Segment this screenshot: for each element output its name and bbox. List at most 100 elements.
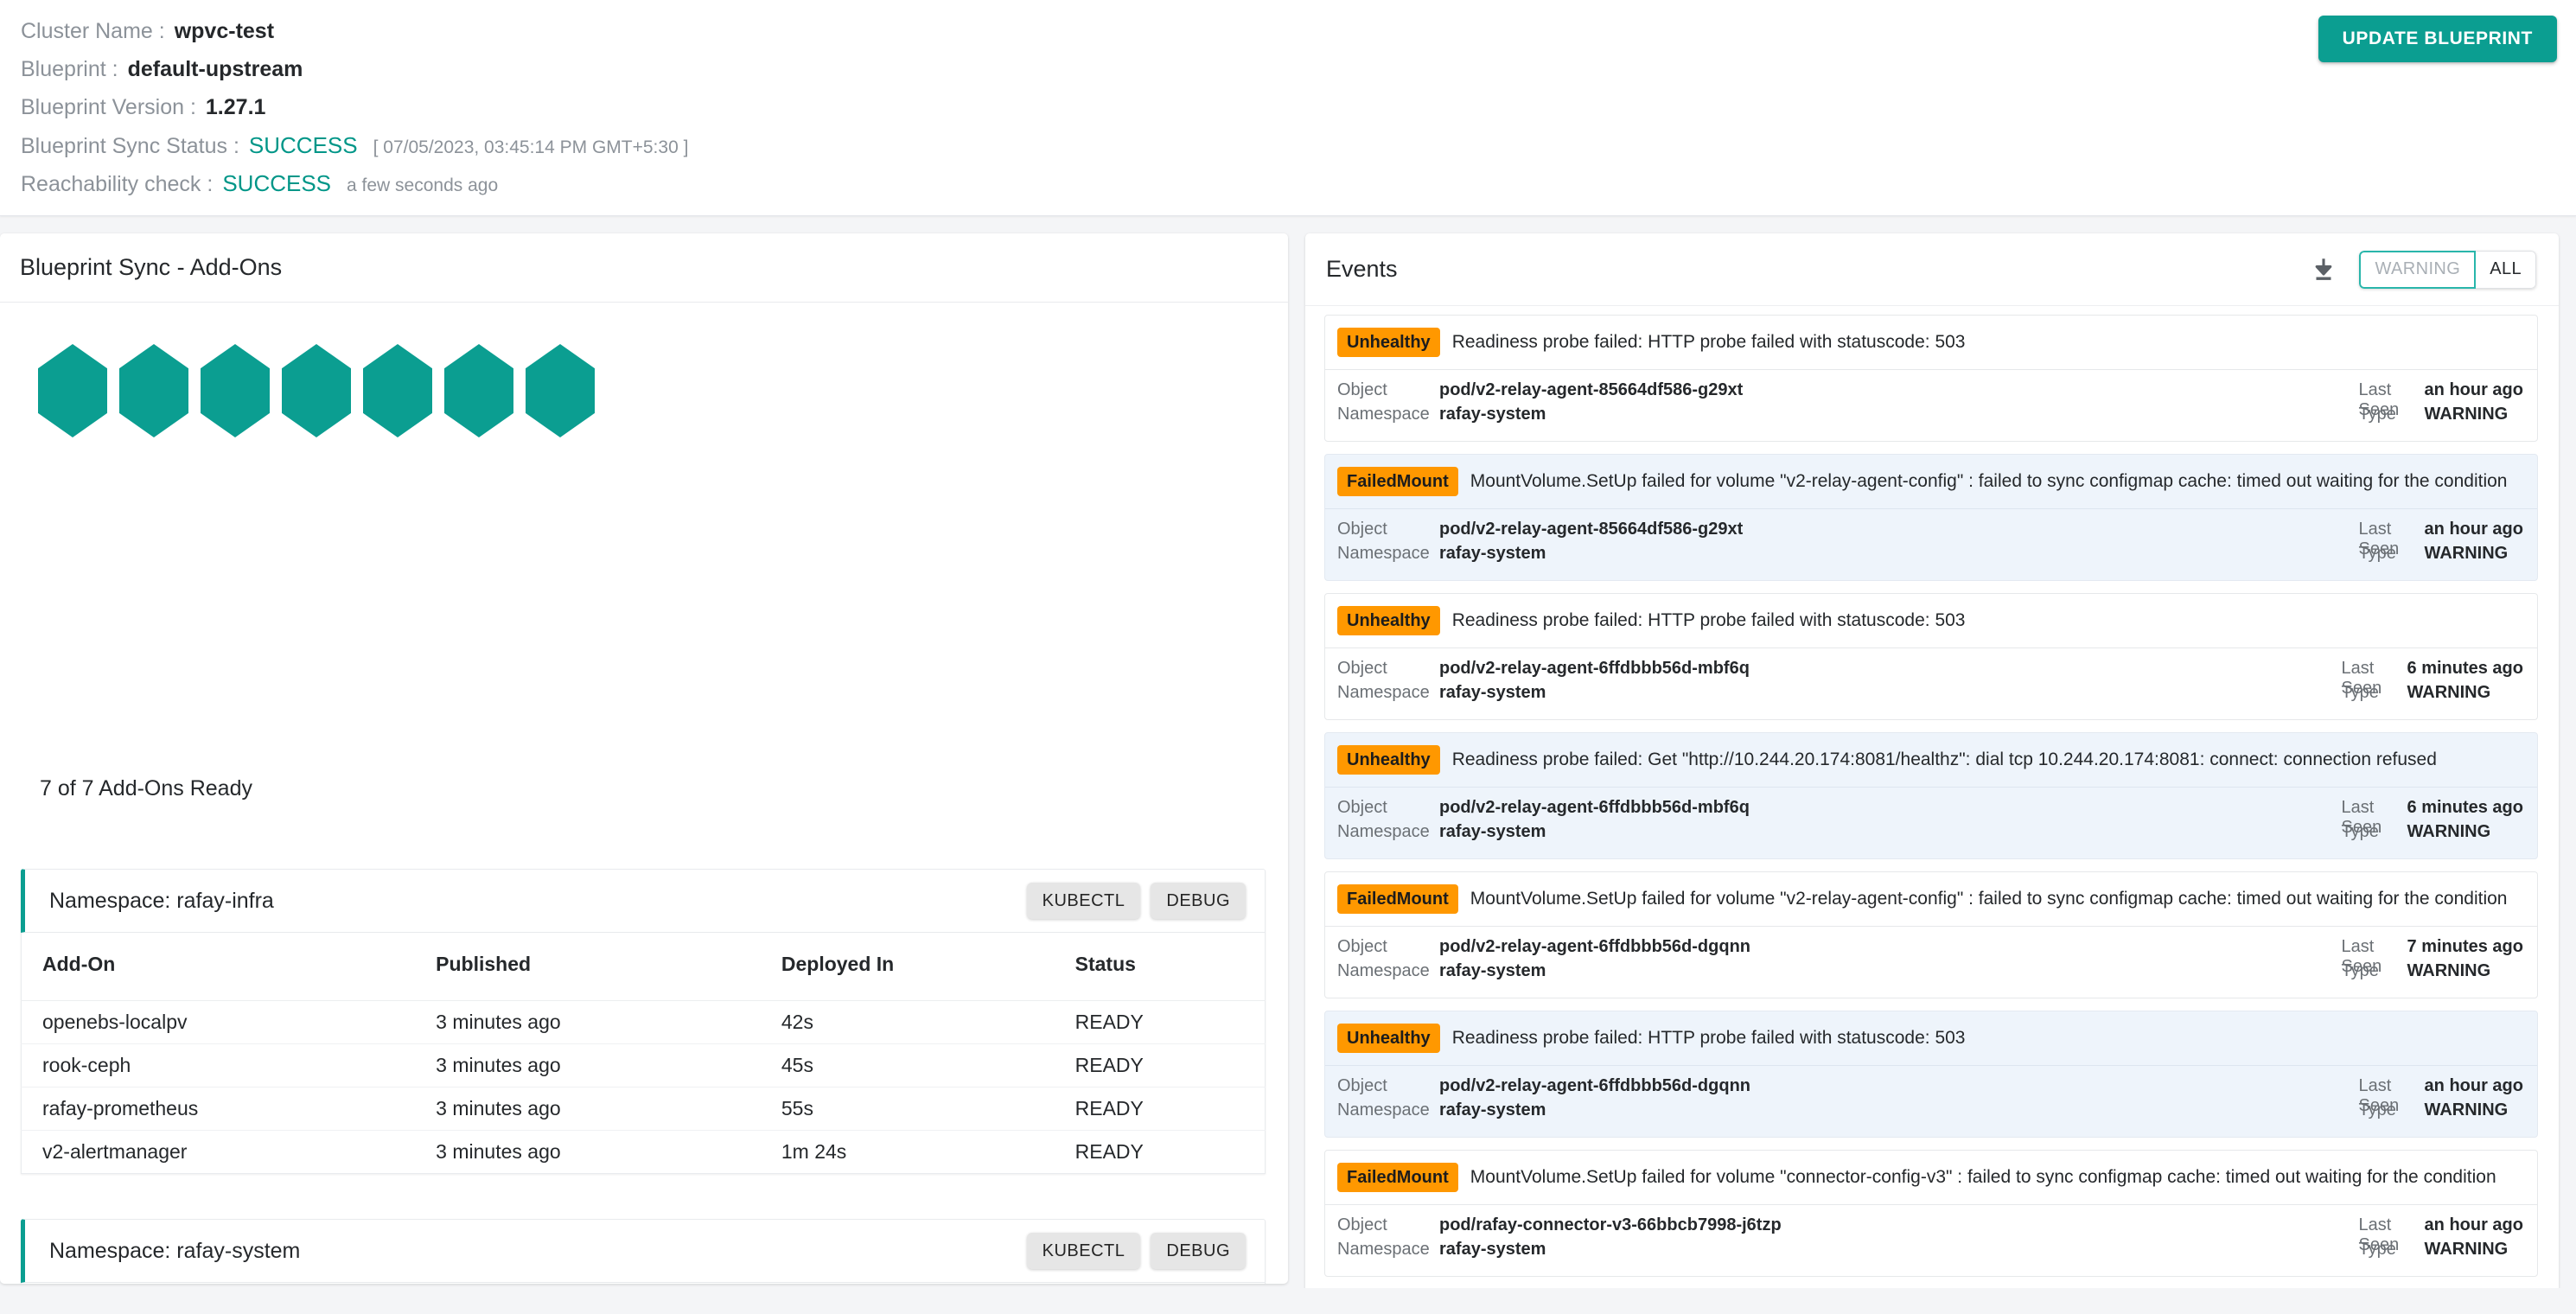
event-namespace-row: Namespace rafay-system bbox=[1337, 405, 2359, 429]
event-summary: Unhealthy Readiness probe failed: HTTP pr… bbox=[1325, 316, 2537, 369]
event-card[interactable]: Unhealthy Readiness probe failed: Get "ht… bbox=[1324, 732, 2538, 859]
event-last-seen-value: an hour ago bbox=[2424, 1076, 2523, 1095]
event-object-label: Object bbox=[1337, 937, 1387, 956]
status-cell: READY bbox=[1074, 1000, 1266, 1044]
event-card[interactable]: Unhealthy Readiness probe failed: HTTP pr… bbox=[1324, 315, 2538, 442]
event-object-label: Object bbox=[1337, 1215, 1387, 1234]
cluster-meta-value: 1.27.1 bbox=[205, 95, 266, 119]
namespace-actions: KUBECTL DEBUG bbox=[1026, 1233, 1246, 1269]
addon-status-hexagon[interactable] bbox=[119, 344, 188, 437]
event-details-left: Object pod/v2-relay-agent-6ffdbbb56d-dgqn… bbox=[1337, 937, 2342, 986]
event-details-right: Last Seen an hour ago Type WARNING bbox=[2359, 1076, 2523, 1125]
deployed-in-cell: 1m 24s bbox=[781, 1139, 847, 1163]
blueprint-sync-panel: Blueprint Sync - Add-Ons 7 of 7 Add-Ons … bbox=[0, 233, 1288, 1284]
addon-status-hexagon[interactable] bbox=[38, 344, 107, 437]
event-details-left: Object pod/v2-relay-agent-6ffdbbb56d-mbf6… bbox=[1337, 659, 2342, 707]
addons-ready-text: 7 of 7 Add-Ons Ready bbox=[40, 776, 252, 801]
event-type-row: Type WARNING bbox=[2359, 1100, 2523, 1125]
cluster-meta-row: Blueprint : default-upstream bbox=[21, 50, 688, 88]
cluster-meta-label: Blueprint Version : bbox=[21, 95, 196, 119]
addon-status-hexagon[interactable] bbox=[526, 344, 595, 437]
event-object-value: pod/v2-relay-agent-6ffdbbb56d-dgqnn bbox=[1439, 937, 1750, 956]
event-type-row: Type WARNING bbox=[2359, 405, 2523, 429]
event-last-seen-value: an hour ago bbox=[2424, 1215, 2523, 1234]
event-type-label: Type bbox=[2358, 1100, 2396, 1119]
events-list: Unhealthy Readiness probe failed: HTTP pr… bbox=[1324, 315, 2538, 1277]
download-icon[interactable] bbox=[2309, 255, 2338, 284]
app-page: Cluster Name : wpvc-test Blueprint : defaul… bbox=[0, 0, 2576, 1314]
event-reason-badge: FailedMount bbox=[1337, 1163, 1458, 1192]
event-object-value: pod/v2-relay-agent-6ffdbbb56d-mbf6q bbox=[1439, 798, 1750, 817]
event-type-label: Type bbox=[2341, 961, 2379, 980]
kubectl-button[interactable]: KUBECTL bbox=[1026, 1233, 1141, 1269]
event-card[interactable]: Unhealthy Readiness probe failed: HTTP pr… bbox=[1324, 593, 2538, 720]
column-header-addon: Add-On bbox=[21, 933, 437, 1001]
event-last-seen-row: Last Seen an hour ago bbox=[2359, 520, 2523, 558]
column-header-published: Published bbox=[436, 933, 781, 1001]
event-card[interactable]: FailedMount MountVolume.SetUp failed for … bbox=[1324, 454, 2538, 581]
event-filter-warning-button[interactable]: WARNING bbox=[2359, 250, 2477, 289]
addon-status-hexagon[interactable] bbox=[201, 344, 270, 437]
addons-table-head: Add-OnPublishedDeployed InStatus bbox=[21, 933, 1266, 1001]
event-type-value: WARNING bbox=[2407, 961, 2491, 980]
event-namespace-label: Namespace bbox=[1337, 822, 1430, 841]
cluster-meta-subtext: [ 07/05/2023, 03:45:14 PM GMT+5:30 ] bbox=[373, 137, 689, 157]
event-namespace-value: rafay-system bbox=[1439, 822, 1546, 841]
event-details-right: Last Seen an hour ago Type WARNING bbox=[2359, 520, 2523, 568]
events-scroll-area[interactable]: Unhealthy Readiness probe failed: HTTP pr… bbox=[1305, 306, 2559, 1314]
table-row[interactable]: openebs-localpv 3 minutes ago 42s READY bbox=[21, 1000, 1266, 1044]
event-namespace-label: Namespace bbox=[1337, 961, 1430, 980]
event-message: MountVolume.SetUp failed for volume "v2-… bbox=[1470, 471, 2508, 492]
namespace-header: Namespace: rafay-system KUBECTL DEBUG bbox=[21, 1219, 1266, 1283]
event-card[interactable]: Unhealthy Readiness probe failed: HTTP pr… bbox=[1324, 1011, 2538, 1138]
event-object-row: Object pod/v2-relay-agent-6ffdbbb56d-mbf6… bbox=[1337, 659, 2342, 683]
published-cell: 3 minutes ago bbox=[436, 1087, 781, 1131]
event-details-left: Object pod/v2-relay-agent-85664df586-g29x… bbox=[1337, 520, 2359, 568]
column-header-status: Status bbox=[1074, 933, 1266, 1001]
cluster-meta-row: Blueprint Version : 1.27.1 bbox=[21, 88, 688, 126]
addon-status-hexagon[interactable] bbox=[444, 344, 513, 437]
cluster-meta-label: Blueprint Sync Status : bbox=[21, 134, 239, 158]
cluster-meta-label: Cluster Name : bbox=[21, 19, 165, 43]
event-type-row: Type WARNING bbox=[2359, 1240, 2523, 1264]
column-header-deployed-in: Deployed In bbox=[781, 1283, 1075, 1284]
event-card[interactable]: FailedMount MountVolume.SetUp failed for … bbox=[1324, 871, 2538, 998]
published-cell: 3 minutes ago bbox=[436, 1000, 781, 1044]
namespace-actions: KUBECTL DEBUG bbox=[1026, 883, 1246, 919]
cluster-meta-value: SUCCESS bbox=[222, 170, 332, 196]
event-reason-badge: FailedMount bbox=[1337, 884, 1458, 914]
table-row[interactable]: v2-alertmanager 3 minutes ago 1m 24s READY bbox=[22, 1130, 1266, 1173]
table-row[interactable]: rafay-prometheus 3 minutes ago 55s READY bbox=[21, 1087, 1266, 1131]
update-blueprint-button[interactable]: UPDATE BLUEPRINT bbox=[2318, 16, 2557, 62]
page-bottom-spacer bbox=[0, 1288, 2576, 1314]
event-message: Readiness probe failed: Get "http://10.2… bbox=[1451, 749, 2437, 770]
event-namespace-label: Namespace bbox=[1337, 683, 1430, 702]
event-summary: FailedMount MountVolume.SetUp failed for … bbox=[1325, 1151, 2537, 1204]
event-object-row: Object pod/v2-relay-agent-6ffdbbb56d-dgqn… bbox=[1337, 1076, 2359, 1100]
event-namespace-row: Namespace rafay-system bbox=[1337, 822, 2342, 846]
table-header-row: Add-OnPublishedDeployed InStatus bbox=[21, 933, 1266, 1001]
event-summary: Unhealthy Readiness probe failed: HTTP pr… bbox=[1325, 1011, 2537, 1065]
event-filter-segmented-control[interactable]: WARNING ALL bbox=[2359, 250, 2536, 289]
addon-name-cell: openebs-localpv bbox=[21, 1000, 437, 1044]
event-namespace-value: rafay-system bbox=[1439, 405, 1546, 424]
addon-name-cell: rafay-prometheus bbox=[21, 1087, 437, 1131]
table-row[interactable]: rook-ceph 3 minutes ago 45s READY bbox=[21, 1043, 1266, 1088]
cluster-meta-subtext: a few seconds ago bbox=[347, 175, 499, 195]
addon-status-hexagon[interactable] bbox=[363, 344, 432, 437]
namespace-title: Namespace: rafay-system bbox=[49, 1238, 301, 1263]
debug-button[interactable]: DEBUG bbox=[1151, 883, 1246, 919]
kubectl-button[interactable]: KUBECTL bbox=[1026, 883, 1141, 919]
event-namespace-row: Namespace rafay-system bbox=[1337, 683, 2342, 707]
addon-name-cell: rook-ceph bbox=[21, 1043, 437, 1088]
event-filter-all-button[interactable]: ALL bbox=[2476, 250, 2536, 289]
namespace-title: Namespace: rafay-infra bbox=[49, 888, 274, 913]
event-last-seen-row: Last Seen an hour ago bbox=[2359, 1076, 2523, 1115]
event-details-left: Object pod/v2-relay-agent-85664df586-g29x… bbox=[1337, 380, 2359, 429]
event-summary: FailedMount MountVolume.SetUp failed for … bbox=[1325, 455, 2537, 508]
debug-button[interactable]: DEBUG bbox=[1151, 1233, 1246, 1269]
cluster-meta-row: Reachability check : SUCCESS a few seconds… bbox=[21, 164, 688, 202]
event-card[interactable]: FailedMount MountVolume.SetUp failed for … bbox=[1324, 1150, 2538, 1277]
status-cell: READY bbox=[1074, 1043, 1266, 1088]
addon-status-hexagon[interactable] bbox=[282, 344, 351, 437]
